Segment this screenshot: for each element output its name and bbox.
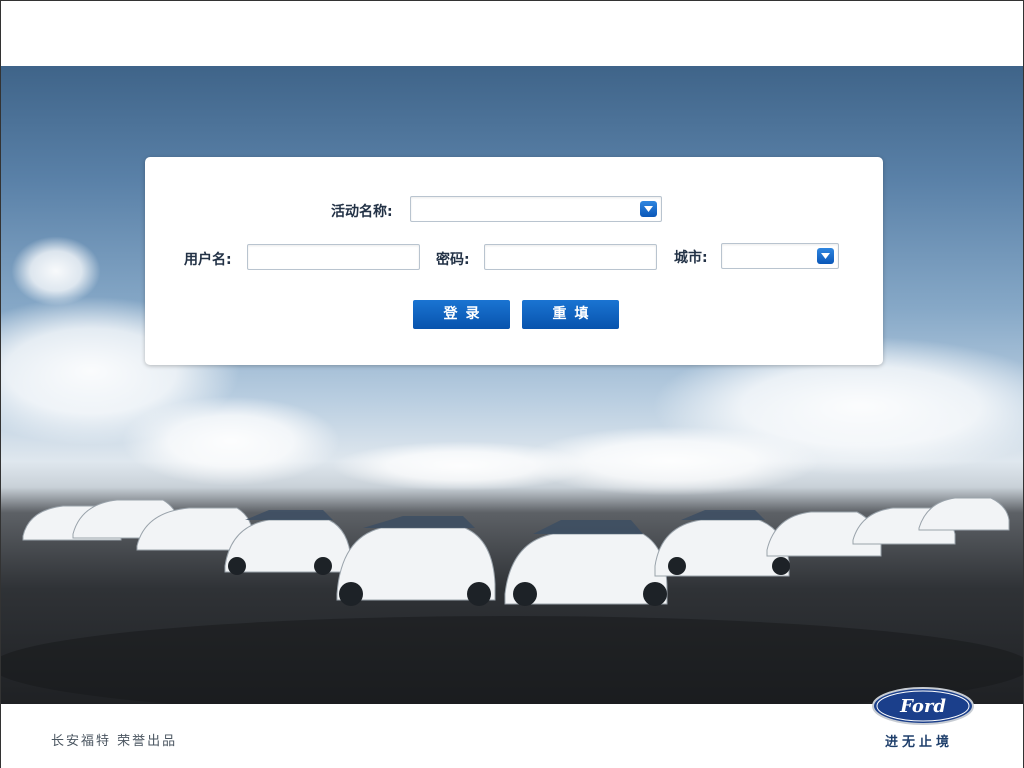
login-panel: 活动名称: 用户名: 密码: 城市: 登录 重填: [145, 157, 883, 365]
activity-select[interactable]: [410, 196, 662, 222]
username-input-value: [248, 245, 419, 253]
activity-select-value: [411, 197, 661, 205]
top-bar: [1, 1, 1023, 66]
footer: 长安福特 荣誉出品 Ford 进无止境: [1, 687, 1023, 768]
username-label: 用户名:: [184, 252, 232, 268]
reset-button[interactable]: 重填: [522, 300, 619, 329]
password-input-value: [485, 245, 656, 253]
password-input[interactable]: [484, 244, 657, 270]
city-select[interactable]: [721, 243, 839, 269]
login-button[interactable]: 登录: [413, 300, 510, 329]
city-label: 城市:: [674, 250, 708, 266]
ford-logo: Ford: [872, 687, 974, 725]
login-page: 活动名称: 用户名: 密码: 城市: 登录 重填 长安福特 荣誉出品 Ford …: [0, 0, 1024, 768]
password-label: 密码:: [436, 252, 470, 268]
username-input[interactable]: [247, 244, 420, 270]
chevron-down-icon[interactable]: [640, 201, 657, 217]
footer-credit: 长安福特 荣誉出品: [51, 734, 178, 749]
chevron-down-icon[interactable]: [817, 248, 834, 264]
ford-slogan: 进无止境: [885, 735, 954, 750]
activity-label: 活动名称:: [331, 204, 393, 220]
ford-logo-text: Ford: [899, 696, 946, 717]
